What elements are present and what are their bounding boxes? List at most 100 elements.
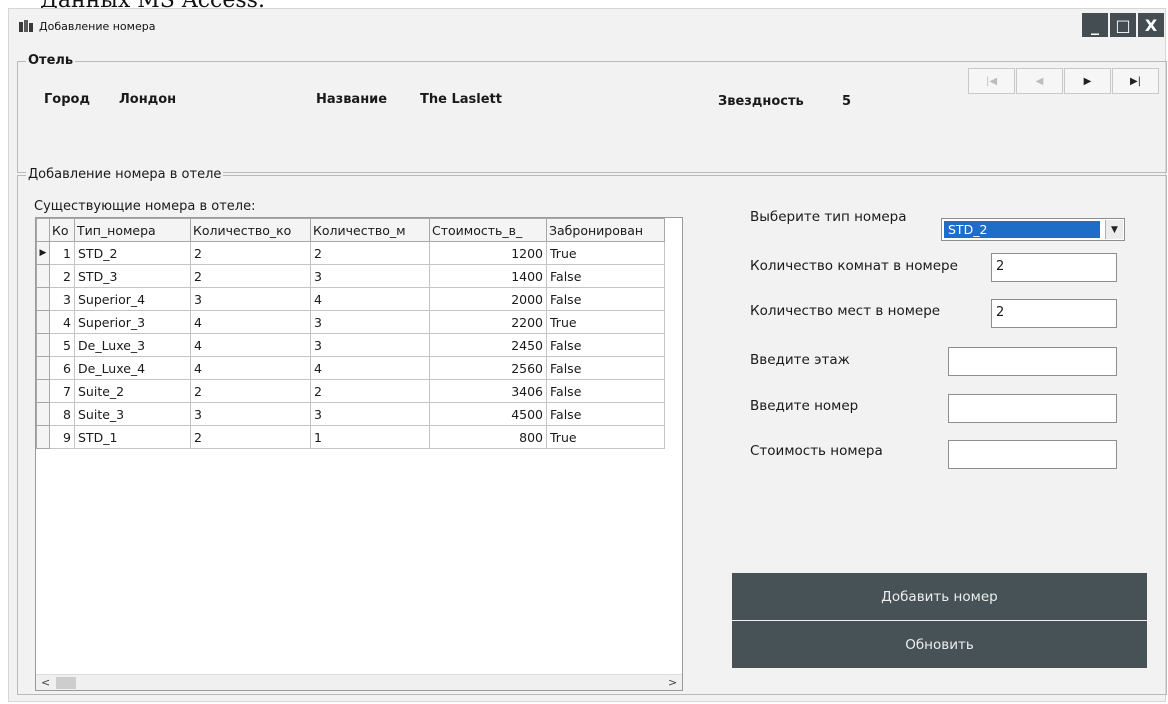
table-cell[interactable]: 3 xyxy=(190,402,311,426)
table-row[interactable]: 6 De_Luxe_4 4 4 2560 False xyxy=(36,356,665,380)
table-cell[interactable]: 3 xyxy=(310,310,430,334)
table-cell[interactable]: 1200 xyxy=(429,241,547,265)
row-selector[interactable] xyxy=(36,287,50,311)
horizontal-scroll-thumb[interactable] xyxy=(56,677,76,689)
chevron-down-icon[interactable]: ▼ xyxy=(1105,220,1123,239)
current-row-marker[interactable]: ▶ xyxy=(36,241,50,265)
table-cell[interactable]: 2 xyxy=(310,241,430,265)
room-type-select[interactable]: STD_2 ▼ xyxy=(941,218,1125,241)
table-cell[interactable]: False xyxy=(546,356,665,380)
table-cell[interactable]: 4 xyxy=(190,333,311,357)
row-selector[interactable] xyxy=(36,425,50,449)
column-header[interactable]: Количество_ко xyxy=(190,218,311,242)
table-cell[interactable]: 4500 xyxy=(429,402,547,426)
table-cell[interactable]: 2 xyxy=(310,379,430,403)
table-cell[interactable]: False xyxy=(546,379,665,403)
table-cell[interactable]: Suite_2 xyxy=(74,379,191,403)
table-cell[interactable]: 800 xyxy=(429,425,547,449)
table-cell[interactable]: 1 xyxy=(310,425,430,449)
column-header[interactable]: Количество_м xyxy=(310,218,430,242)
table-cell[interactable]: 9 xyxy=(49,425,75,449)
rooms-count-field[interactable]: 2 xyxy=(991,253,1117,282)
first-record-button[interactable]: |◀ xyxy=(968,68,1015,94)
table-cell[interactable]: 8 xyxy=(49,402,75,426)
table-cell[interactable]: STD_3 xyxy=(74,264,191,288)
room-number-field[interactable] xyxy=(948,394,1117,423)
table-cell[interactable]: 2000 xyxy=(429,287,547,311)
rooms-grid[interactable]: Ко Тип_номера Количество_ко Количество_м… xyxy=(35,217,683,691)
horizontal-scrollbar[interactable]: < > xyxy=(36,674,682,690)
table-cell[interactable]: De_Luxe_4 xyxy=(74,356,191,380)
add-room-button[interactable]: Добавить номер xyxy=(732,573,1147,620)
table-cell[interactable]: 6 xyxy=(49,356,75,380)
last-record-button[interactable]: ▶| xyxy=(1112,68,1159,94)
table-cell[interactable]: 7 xyxy=(49,379,75,403)
table-cell[interactable]: 3 xyxy=(49,287,75,311)
table-cell[interactable]: STD_2 xyxy=(74,241,191,265)
table-cell[interactable]: 5 xyxy=(49,333,75,357)
table-cell[interactable]: False xyxy=(546,264,665,288)
table-cell[interactable]: Superior_3 xyxy=(74,310,191,334)
minimize-button[interactable]: _ xyxy=(1082,13,1108,37)
table-row[interactable]: 7 Suite_2 2 2 3406 False xyxy=(36,379,665,403)
row-selector[interactable] xyxy=(36,356,50,380)
table-cell[interactable]: 2 xyxy=(190,264,311,288)
table-cell[interactable]: 4 xyxy=(310,287,430,311)
table-row[interactable]: 9 STD_1 2 1 800 True xyxy=(36,425,665,449)
floor-field[interactable] xyxy=(948,347,1117,376)
table-cell[interactable]: 3 xyxy=(310,402,430,426)
table-cell[interactable]: 3 xyxy=(190,287,311,311)
table-cell[interactable]: False xyxy=(546,287,665,311)
table-cell[interactable]: 4 xyxy=(310,356,430,380)
table-cell[interactable]: 2 xyxy=(49,264,75,288)
table-cell[interactable]: 2 xyxy=(190,425,311,449)
table-cell[interactable]: Suite_3 xyxy=(74,402,191,426)
places-count-field[interactable]: 2 xyxy=(991,299,1117,328)
column-header[interactable]: Стоимость_в_ xyxy=(429,218,547,242)
table-cell[interactable]: 3406 xyxy=(429,379,547,403)
room-cost-field[interactable] xyxy=(948,440,1117,469)
table-cell[interactable]: 4 xyxy=(190,356,311,380)
scroll-left-icon[interactable]: < xyxy=(41,676,50,689)
column-header[interactable]: Ко xyxy=(49,218,75,242)
table-cell[interactable]: 3 xyxy=(310,264,430,288)
row-selector[interactable] xyxy=(36,379,50,403)
table-cell[interactable]: STD_1 xyxy=(74,425,191,449)
scroll-right-icon[interactable]: > xyxy=(668,676,677,689)
table-cell[interactable]: 2560 xyxy=(429,356,547,380)
table-row[interactable]: 3 Superior_4 3 4 2000 False xyxy=(36,287,665,311)
close-button[interactable]: X xyxy=(1138,13,1164,37)
table-cell[interactable]: 2200 xyxy=(429,310,547,334)
row-selector[interactable] xyxy=(36,264,50,288)
table-row[interactable]: ▶ 1 STD_2 2 2 1200 True xyxy=(36,241,665,265)
table-cell[interactable]: 1 xyxy=(49,241,75,265)
table-row[interactable]: 4 Superior_3 4 3 2200 True xyxy=(36,310,665,334)
table-cell[interactable]: True xyxy=(546,425,665,449)
row-selector[interactable] xyxy=(36,310,50,334)
table-row[interactable]: 5 De_Luxe_3 4 3 2450 False xyxy=(36,333,665,357)
next-record-button[interactable]: ▶ xyxy=(1064,68,1111,94)
table-cell[interactable]: 2 xyxy=(190,379,311,403)
table-cell[interactable]: 1400 xyxy=(429,264,547,288)
table-cell[interactable]: False xyxy=(546,402,665,426)
table-row[interactable]: 2 STD_3 2 3 1400 False xyxy=(36,264,665,288)
previous-record-button[interactable]: ◀ xyxy=(1016,68,1063,94)
table-cell[interactable]: True xyxy=(546,241,665,265)
table-cell[interactable]: 3 xyxy=(310,333,430,357)
table-cell[interactable]: 2 xyxy=(190,241,311,265)
table-cell[interactable]: 4 xyxy=(49,310,75,334)
table-row[interactable]: 8 Suite_3 3 3 4500 False xyxy=(36,402,665,426)
table-cell[interactable]: Superior_4 xyxy=(74,287,191,311)
row-selector[interactable] xyxy=(36,333,50,357)
maximize-button[interactable]: □ xyxy=(1110,13,1136,37)
title-bar[interactable]: Добавление номера _ □ X xyxy=(9,9,1165,43)
table-cell[interactable]: True xyxy=(546,310,665,334)
table-cell[interactable]: 4 xyxy=(190,310,311,334)
row-selector[interactable] xyxy=(36,402,50,426)
column-header[interactable]: Тип_номера xyxy=(74,218,191,242)
refresh-button[interactable]: Обновить xyxy=(732,621,1147,668)
column-header[interactable]: Забронирован xyxy=(546,218,665,242)
table-cell[interactable]: False xyxy=(546,333,665,357)
table-cell[interactable]: De_Luxe_3 xyxy=(74,333,191,357)
table-cell[interactable]: 2450 xyxy=(429,333,547,357)
